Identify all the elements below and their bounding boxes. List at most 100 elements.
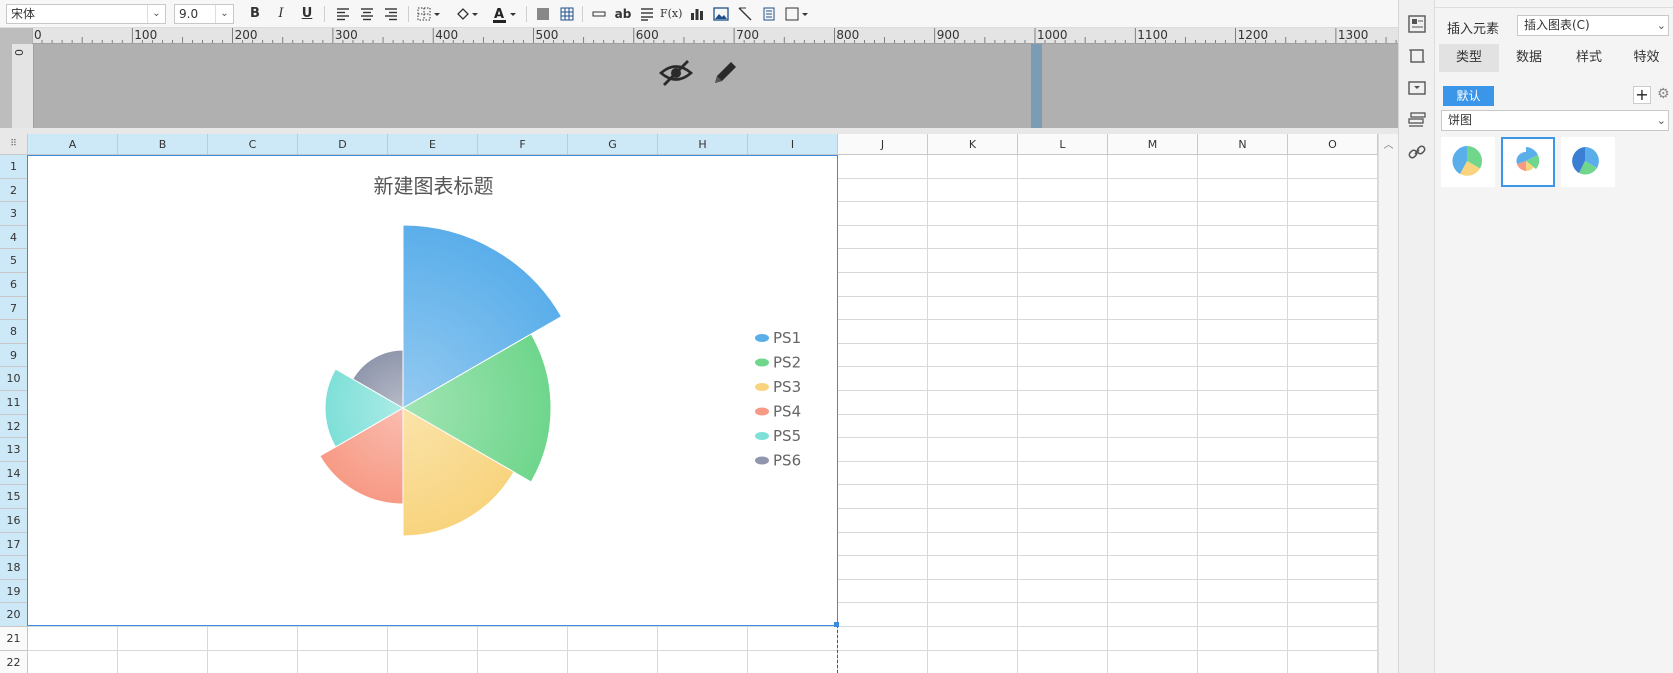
text-wrap-button[interactable]: ab: [612, 4, 634, 24]
chart-container[interactable]: 新建图表标题 PS1 PS2 PS3 PS4 PS5 PS6: [27, 155, 838, 626]
legend-item-ps2[interactable]: PS2: [755, 354, 801, 372]
column-header-i[interactable]: I: [748, 134, 838, 155]
cell-style-button[interactable]: [532, 4, 554, 24]
resize-handle[interactable]: [834, 622, 839, 627]
legend-item-ps5[interactable]: PS5: [755, 427, 801, 445]
row-header-13[interactable]: 13: [0, 438, 28, 462]
column-header-a[interactable]: A: [28, 134, 118, 155]
column-header-c[interactable]: C: [208, 134, 298, 155]
insert-chart-select[interactable]: 插入图表(C) ⌄: [1517, 15, 1669, 36]
column-header-k[interactable]: K: [928, 134, 1018, 155]
frame-button[interactable]: [782, 4, 812, 24]
column-header-b[interactable]: B: [118, 134, 208, 155]
row-header-2[interactable]: 2: [0, 178, 28, 203]
paragraph-button[interactable]: [636, 4, 658, 24]
horizontal-ruler: 0 100 200 300 400 500 600 700 800 900 1000 1100 1200…: [32, 28, 1398, 44]
gear-icon[interactable]: ⚙: [1657, 86, 1673, 104]
row-header-4[interactable]: 4: [0, 225, 28, 250]
widget-icon[interactable]: [1407, 78, 1427, 98]
merge-cells-button[interactable]: [588, 4, 610, 24]
formula-button[interactable]: F(x): [660, 4, 682, 24]
scroll-up-icon[interactable]: ︿: [1379, 136, 1398, 151]
row-header-6[interactable]: 6: [0, 273, 28, 297]
row-header-7[interactable]: 7: [0, 296, 28, 321]
column-header-f[interactable]: F: [478, 134, 568, 155]
row-header-19[interactable]: 19: [0, 579, 28, 604]
paragraph-icon: [641, 8, 653, 21]
column-header-m[interactable]: M: [1108, 134, 1198, 155]
column-header-o[interactable]: O: [1288, 134, 1378, 155]
bar-chart-icon: [691, 9, 703, 20]
font-family-select[interactable]: 宋体 ⌄: [6, 4, 166, 24]
row-header-16[interactable]: 16: [0, 509, 28, 533]
pencil-icon[interactable]: [710, 58, 740, 91]
eye-slash-icon[interactable]: [658, 58, 694, 91]
border-button[interactable]: [414, 4, 444, 24]
column-header-h[interactable]: H: [658, 134, 748, 155]
pie-thumb-rose[interactable]: [1501, 137, 1555, 187]
row-header-9[interactable]: 9: [0, 343, 28, 368]
slash-button[interactable]: [734, 4, 756, 24]
row-header-11[interactable]: 11: [0, 391, 28, 415]
side-tool-bar: [1398, 0, 1434, 673]
legend-item-ps4[interactable]: PS4: [755, 403, 801, 421]
row-gridline: [28, 649, 1378, 651]
legend-item-ps3[interactable]: PS3: [755, 378, 801, 396]
row-header-12[interactable]: 12: [0, 414, 28, 439]
align-right-button[interactable]: [380, 4, 402, 24]
column-header-j[interactable]: J: [838, 134, 928, 155]
insert-image-button[interactable]: [710, 4, 732, 24]
font-color-button[interactable]: A: [490, 4, 520, 24]
tab-style[interactable]: 样式: [1559, 44, 1619, 72]
tab-data[interactable]: 数据: [1499, 44, 1559, 72]
legend-item-ps6[interactable]: PS6: [755, 452, 801, 470]
row-header-20[interactable]: 20: [0, 603, 28, 627]
legend-item-ps1[interactable]: PS1: [755, 329, 801, 347]
align-left-button[interactable]: [332, 4, 354, 24]
column-header-g[interactable]: G: [568, 134, 658, 155]
row-header-15[interactable]: 15: [0, 485, 28, 509]
vertical-scrollbar[interactable]: ︿: [1378, 134, 1398, 673]
insert-chart-button[interactable]: [686, 4, 708, 24]
float-element-icon[interactable]: [1407, 46, 1427, 66]
fill-color-button[interactable]: [452, 4, 482, 24]
column-header-e[interactable]: E: [388, 134, 478, 155]
row-header-3[interactable]: 3: [0, 202, 28, 226]
add-chart-button[interactable]: +: [1633, 86, 1651, 104]
row-header-21[interactable]: 21: [0, 627, 28, 651]
sub-report-button[interactable]: [758, 4, 780, 24]
row-header-17[interactable]: 17: [0, 532, 28, 557]
row-header-22[interactable]: 22: [0, 650, 28, 673]
row-header-18[interactable]: 18: [0, 556, 28, 580]
font-size-select[interactable]: 9.0 ⌄: [174, 4, 234, 24]
cell-grid[interactable]: ⠿ ABCDEFGHIJKLMNO 1 2 3 4 5 6 7 8 9 10 11 12 13 14 15 1…: [0, 134, 1398, 673]
row-header-5[interactable]: 5: [0, 249, 28, 273]
underline-button[interactable]: U: [296, 4, 318, 24]
column-header-l[interactable]: L: [1018, 134, 1108, 155]
page-boundary-marker[interactable]: [1031, 44, 1042, 128]
row-header-14[interactable]: 14: [0, 461, 28, 486]
column-header-d[interactable]: D: [298, 134, 388, 155]
row-header-8[interactable]: 8: [0, 320, 28, 344]
chart-kind-select[interactable]: 饼图 ⌄: [1441, 110, 1669, 131]
select-all-corner[interactable]: ⠿: [0, 134, 28, 155]
ruler-label: 100: [134, 28, 157, 42]
align-center-button[interactable]: [356, 4, 378, 24]
default-chart-button[interactable]: 默认: [1443, 86, 1494, 106]
property-tabs: 类型 数据 样式 特效: [1435, 44, 1673, 72]
pie-thumb-basic[interactable]: [1441, 137, 1495, 187]
cell-attr-icon[interactable]: [1407, 110, 1427, 130]
cell-element-icon[interactable]: [1407, 14, 1427, 34]
link-icon[interactable]: [1407, 142, 1427, 162]
bold-button[interactable]: B: [244, 4, 266, 24]
column-header-n[interactable]: N: [1198, 134, 1288, 155]
ruler-label: 1000: [1037, 28, 1068, 42]
italic-button[interactable]: I: [270, 4, 292, 24]
row-header-10[interactable]: 10: [0, 367, 28, 391]
table-button[interactable]: [556, 4, 578, 24]
tab-effects[interactable]: 特效: [1619, 44, 1673, 72]
row-header-1[interactable]: 1: [0, 155, 28, 179]
pie-thumb-3d[interactable]: [1561, 137, 1615, 187]
merge-icon: [592, 11, 606, 17]
tab-type[interactable]: 类型: [1439, 44, 1499, 72]
